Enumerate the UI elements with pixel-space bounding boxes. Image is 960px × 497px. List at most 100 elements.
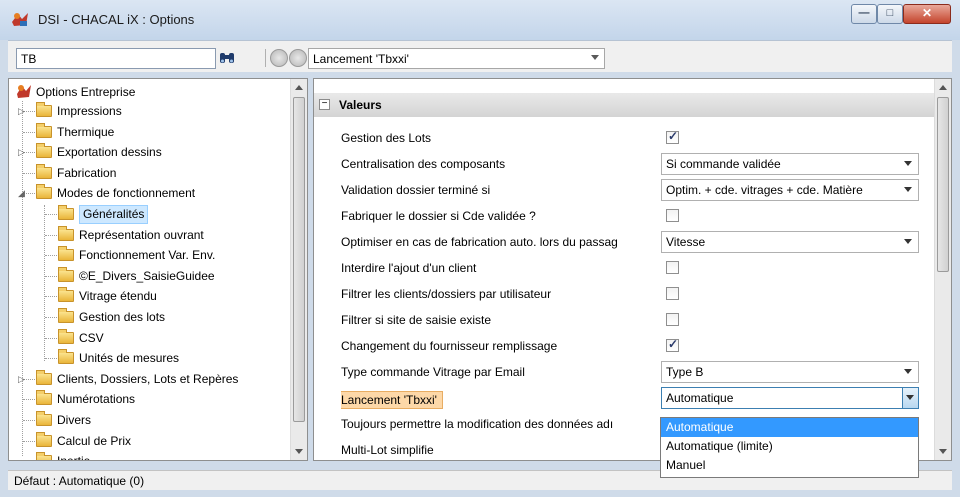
property-combo[interactable]: Type B	[661, 361, 919, 383]
tree-item[interactable]: ▷ Impressions	[18, 101, 122, 121]
property-label-text: Gestion des Lots	[341, 131, 432, 145]
maximize-icon: □	[886, 7, 894, 19]
tree-guide-line	[45, 255, 57, 257]
tree-item[interactable]: Fabrication	[36, 163, 116, 183]
dropdown-option[interactable]: Automatique	[661, 418, 918, 437]
close-icon: ✕	[921, 6, 933, 20]
property-label: Interdire l'ajout d'un client	[341, 261, 659, 275]
property-label-text: Type commande Vitrage par Email	[341, 365, 525, 379]
property-row[interactable]: Interdire l'ajout d'un client	[314, 255, 934, 281]
expand-node-icon[interactable]: ▷	[18, 101, 28, 121]
tree-item[interactable]: Thermique	[36, 122, 114, 142]
close-button[interactable]: ✕	[903, 4, 951, 24]
minimize-button[interactable]: —	[851, 4, 877, 24]
scroll-down-icon[interactable]	[295, 449, 303, 454]
tree-item-label: Impressions	[57, 104, 122, 118]
property-label: Fabriquer le dossier si Cde validée ?	[341, 209, 659, 223]
tree-item[interactable]: CSV	[58, 328, 104, 348]
property-combo-value: Si commande validée	[666, 157, 781, 171]
folder-icon	[36, 369, 52, 385]
expand-node-icon[interactable]: ▷	[18, 369, 28, 389]
property-row[interactable]: Type commande Vitrage par Email Type B	[314, 359, 934, 385]
tree-item[interactable]: Fonctionnement Var. Env.	[58, 245, 215, 265]
property-row[interactable]: Centralisation des composants Si commande…	[314, 151, 934, 177]
property-label-text: Optimiser en cas de fabrication auto. lo…	[341, 235, 618, 249]
search-input[interactable]: TB	[16, 48, 216, 69]
collapse-icon[interactable]: −	[319, 99, 330, 110]
folder-icon	[58, 349, 74, 365]
tree-item[interactable]: Unités de mesures	[58, 348, 179, 368]
property-label-text: Filtrer si site de saisie existe	[341, 313, 492, 327]
tree-item[interactable]: Inertie	[36, 451, 90, 460]
tree-guide-line	[23, 399, 35, 401]
property-row[interactable]: Filtrer si site de saisie existe	[314, 307, 934, 333]
property-row[interactable]: Lancement 'Tbxxi' Automatique	[314, 385, 934, 411]
property-row[interactable]: Gestion des Lots	[314, 125, 934, 151]
title-bar: DSI - CHACAL iX : Options — □ ✕	[0, 0, 960, 40]
property-checkbox[interactable]	[666, 313, 679, 326]
lancement-dropdown-list[interactable]: Automatique Automatique (limite) Manuel	[660, 417, 919, 478]
folder-icon	[36, 184, 52, 200]
property-label: Toujours permettre la modification des d…	[341, 417, 659, 431]
property-combo[interactable]: Vitesse	[661, 231, 919, 253]
property-row[interactable]: Changement du fournisseur remplissage	[314, 333, 934, 359]
dropdown-option[interactable]: Manuel	[661, 456, 918, 475]
tree-item[interactable]: ©E_Divers_SaisieGuidee	[58, 266, 215, 286]
property-checkbox[interactable]	[666, 287, 679, 300]
options-tree[interactable]: Options Entreprise ▷ Impressions Thermique…	[8, 78, 308, 461]
property-checkbox[interactable]	[666, 337, 679, 352]
property-row[interactable]: Optimiser en cas de fabrication auto. lo…	[314, 229, 934, 255]
tree-item[interactable]: Gestion des lots	[58, 307, 165, 327]
tree-item[interactable]: Calcul de Prix	[36, 431, 131, 451]
tree-guide-line	[23, 420, 35, 421]
tree-item[interactable]: ▷ Clients, Dossiers, Lots et Repères	[18, 369, 239, 389]
tree-item-label: ©E_Divers_SaisieGuidee	[79, 268, 215, 283]
property-checkbox[interactable]	[666, 261, 679, 274]
collapse-node-icon[interactable]: ◢	[18, 183, 28, 203]
folder-icon	[58, 308, 74, 323]
binoculars-icon[interactable]	[218, 49, 236, 67]
tree-item[interactable]: Vitrage étendu	[58, 286, 157, 306]
back-icon[interactable]	[270, 49, 288, 67]
expand-node-icon[interactable]: ▷	[18, 142, 28, 162]
property-label: Filtrer les clients/dossiers par utilisa…	[341, 287, 659, 301]
property-row[interactable]: Fabriquer le dossier si Cde validée ?	[314, 203, 934, 229]
scroll-down-icon[interactable]	[939, 449, 947, 454]
scroll-up-icon[interactable]	[295, 85, 303, 90]
property-row[interactable]: Filtrer les clients/dossiers par utilisa…	[314, 281, 934, 307]
property-checkbox[interactable]	[666, 129, 679, 144]
tree-root[interactable]: Options Entreprise	[15, 82, 135, 102]
tree-guide-line	[23, 172, 35, 174]
tree-item[interactable]: Généralités	[58, 204, 149, 224]
option-search-combo[interactable]: Lancement 'Tbxxi'	[308, 48, 605, 69]
forward-icon[interactable]	[289, 49, 307, 67]
tree-item-label: Clients, Dossiers, Lots et Repères	[57, 371, 239, 386]
grid-scrollbar[interactable]	[934, 79, 951, 460]
tree-item[interactable]: Représentation ouvrant	[58, 225, 204, 245]
property-label-text: Interdire l'ajout d'un client	[341, 261, 477, 275]
group-header-valeurs[interactable]: − Valeurs	[314, 93, 934, 117]
grid-scroll-thumb[interactable]	[937, 97, 949, 272]
maximize-button[interactable]: □	[877, 4, 903, 24]
tree-scroll-thumb[interactable]	[293, 97, 305, 422]
property-combo[interactable]: Si commande validée	[661, 153, 919, 175]
tree-item[interactable]: Numérotations	[36, 389, 135, 409]
property-row[interactable]: Validation dossier terminé si Optim. + cd…	[314, 177, 934, 203]
tree-item[interactable]: Divers	[36, 410, 91, 430]
tree-item[interactable]: ▷ Exportation dessins	[18, 142, 162, 162]
property-grid[interactable]: − Valeurs Gestion des Lots Centralisation…	[313, 78, 952, 461]
property-combo[interactable]: Optim. + cde. vitrages + cde. Matière	[661, 179, 919, 201]
tree-item-label: Unités de mesures	[79, 351, 180, 366]
property-combo[interactable]: Automatique	[661, 387, 919, 409]
property-label-text: Multi-Lot simplifie	[341, 443, 434, 457]
scroll-up-icon[interactable]	[939, 85, 947, 90]
property-label: Type commande Vitrage par Email	[341, 365, 659, 379]
property-label: Centralisation des composants	[341, 157, 659, 171]
dropdown-option[interactable]: Automatique (limite)	[661, 437, 918, 456]
tree-item[interactable]: ◢ Modes de fonctionnement	[18, 183, 195, 203]
tree-guide-line	[23, 131, 35, 133]
tree-item-label: Thermique	[57, 124, 115, 139]
tree-scrollbar[interactable]	[290, 79, 307, 460]
property-checkbox[interactable]	[666, 209, 679, 222]
app-logo-icon	[12, 13, 28, 26]
